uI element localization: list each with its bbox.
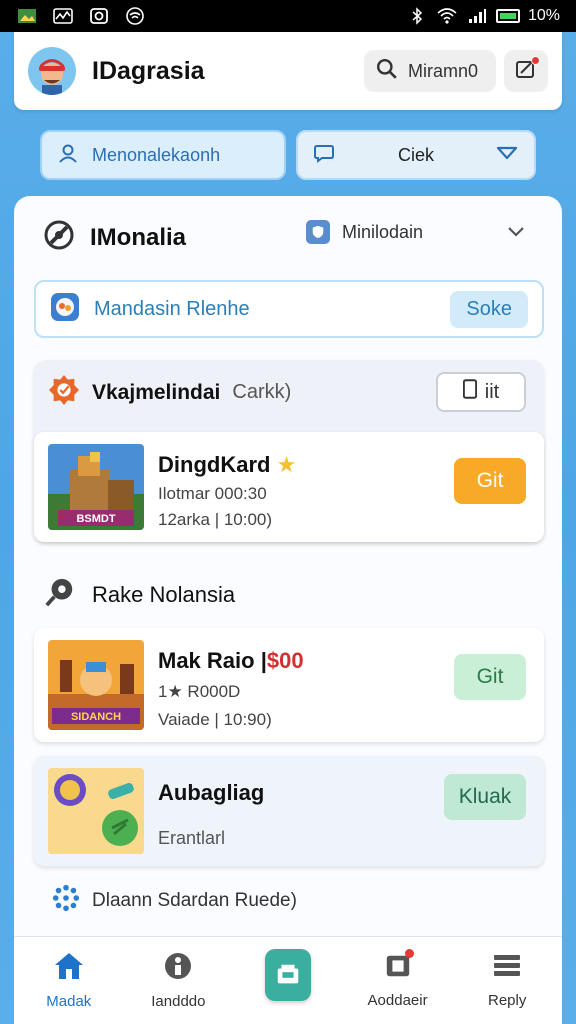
list-item[interactable]: Aubagliag Erantlarl Kluak <box>34 756 544 866</box>
nav-item-store[interactable] <box>233 937 343 1024</box>
bottom-navigation: Madak Iandddo Aoddaeir Reply <box>14 936 562 1024</box>
item-detail: Ilotmar 000:30 <box>158 484 267 503</box>
group-header: Vkajmelindai Carkk) <box>48 374 291 411</box>
item-price: $00 <box>266 648 304 673</box>
search-icon <box>376 58 398 85</box>
secondary-chip-label: Ciek <box>397 144 434 165</box>
dots-icon <box>52 884 80 917</box>
battery-percent: 10% <box>527 7 560 24</box>
list-item[interactable]: BSMDT DingdKard ★ Ilotmar 000:30 12arka … <box>34 432 544 542</box>
user-icon <box>58 143 78 168</box>
notification-button[interactable] <box>504 50 548 92</box>
group-subtitle: Carkk) <box>232 381 292 403</box>
item-detail: 12arka | 10:00) <box>158 510 273 529</box>
item-detail: 1★ R000D <box>158 682 241 701</box>
section-filter[interactable]: Minilodain <box>306 220 525 244</box>
promo-banner[interactable]: Mandasin Rlenhe Soke <box>34 280 544 338</box>
main-panel: IMonalia Minilodain Mandasin Rlenhe Soke… <box>14 196 562 936</box>
app-title: IDagrasia <box>92 56 205 85</box>
game-thumbnail: SIDANCH <box>48 640 144 730</box>
search-label: Miramn0 <box>408 60 479 81</box>
info-icon <box>163 951 193 985</box>
item-title: DingdKard ★ <box>158 452 296 478</box>
primary-filter-chip[interactable]: Menonalekaonh <box>40 130 286 180</box>
notification-dot <box>531 56 540 65</box>
section-title: Rake Nolansia <box>92 581 236 607</box>
gift-icon <box>50 292 80 327</box>
thumbnail-label: SIDANCH <box>71 711 121 723</box>
gallery-icon <box>16 7 38 25</box>
bluetooth-icon <box>406 7 428 25</box>
item-detail: Vaiade | 10:90) <box>158 710 272 729</box>
avatar[interactable] <box>28 47 76 95</box>
primary-chip-label: Menonalekaonh <box>92 144 221 165</box>
section-filter-label: Minilodain <box>342 221 424 242</box>
app-header: IDagrasia Miramn0 <box>14 32 562 110</box>
section-title: IMonalia <box>90 223 187 251</box>
featured-group-card: Vkajmelindai Carkk) iit BSMDT DingdKard … <box>34 360 544 542</box>
item-title-text: DingdKard <box>158 452 271 477</box>
battery-icon <box>495 9 520 23</box>
badge-icon <box>48 374 80 411</box>
nav-item-menu[interactable]: Reply <box>452 937 562 1024</box>
wifi-calling-icon <box>124 7 146 25</box>
activity-icon <box>52 7 74 25</box>
get-button[interactable]: Git <box>454 458 526 504</box>
item-title: Aubagliag <box>158 780 265 805</box>
thumbnail-label: BSMDT <box>76 513 115 525</box>
compass-icon <box>42 218 76 257</box>
section-header-two: Rake Nolansia <box>44 576 235 613</box>
section-header-main: IMonalia <box>42 218 186 257</box>
chevron-down-icon <box>496 145 518 166</box>
notification-dot <box>404 949 414 958</box>
chevron-down-icon[interactable] <box>507 222 525 243</box>
phone-icon <box>462 379 477 405</box>
camera-icon <box>88 7 110 25</box>
get-button[interactable]: Kluak <box>444 774 526 820</box>
status-bar: 10% <box>0 0 576 32</box>
nav-item-device[interactable]: Aoddaeir <box>343 937 453 1024</box>
footer-hint-text: Dlaann Sdardan Ruede) <box>92 889 297 911</box>
home-icon <box>53 951 85 985</box>
signal-icon <box>466 7 488 25</box>
nav-label: Iandddo <box>151 993 206 1010</box>
chat-icon <box>314 143 336 168</box>
search-button[interactable]: Miramn0 <box>364 50 496 92</box>
wifi-icon <box>436 7 458 25</box>
nav-item-info[interactable]: Iandddo <box>124 937 234 1024</box>
item-title: Mak Raio |$00 <box>158 648 304 674</box>
group-action-button[interactable]: iit <box>436 372 526 412</box>
store-icon <box>264 948 311 1001</box>
group-title: Vkajmelindai <box>92 380 221 404</box>
list-item[interactable]: SIDANCH Mak Raio |$00 1★ R000D Vaiade | … <box>34 628 544 742</box>
shield-icon <box>306 220 330 244</box>
app-thumbnail <box>48 768 144 854</box>
footer-hint[interactable]: Dlaann Sdardan Ruede) <box>52 884 297 917</box>
category-dropdown[interactable]: Ciek <box>296 130 536 180</box>
item-title-text: Mak Raio | <box>158 648 267 673</box>
nav-item-home[interactable]: Madak <box>14 937 124 1024</box>
nav-label: Aoddaeir <box>367 992 428 1009</box>
banner-action-button[interactable]: Soke <box>450 290 528 328</box>
item-detail: Erantlarl <box>158 828 226 848</box>
star-icon: ★ <box>276 452 297 477</box>
get-button[interactable]: Git <box>454 654 526 700</box>
group-action-label: iit <box>484 380 500 403</box>
banner-text: Mandasin Rlenhe <box>94 297 250 320</box>
nav-label: Madak <box>46 993 92 1010</box>
game-thumbnail: BSMDT <box>48 444 144 530</box>
nav-label: Reply <box>487 992 527 1009</box>
menu-icon <box>492 952 522 984</box>
search-tag-icon <box>44 576 76 613</box>
